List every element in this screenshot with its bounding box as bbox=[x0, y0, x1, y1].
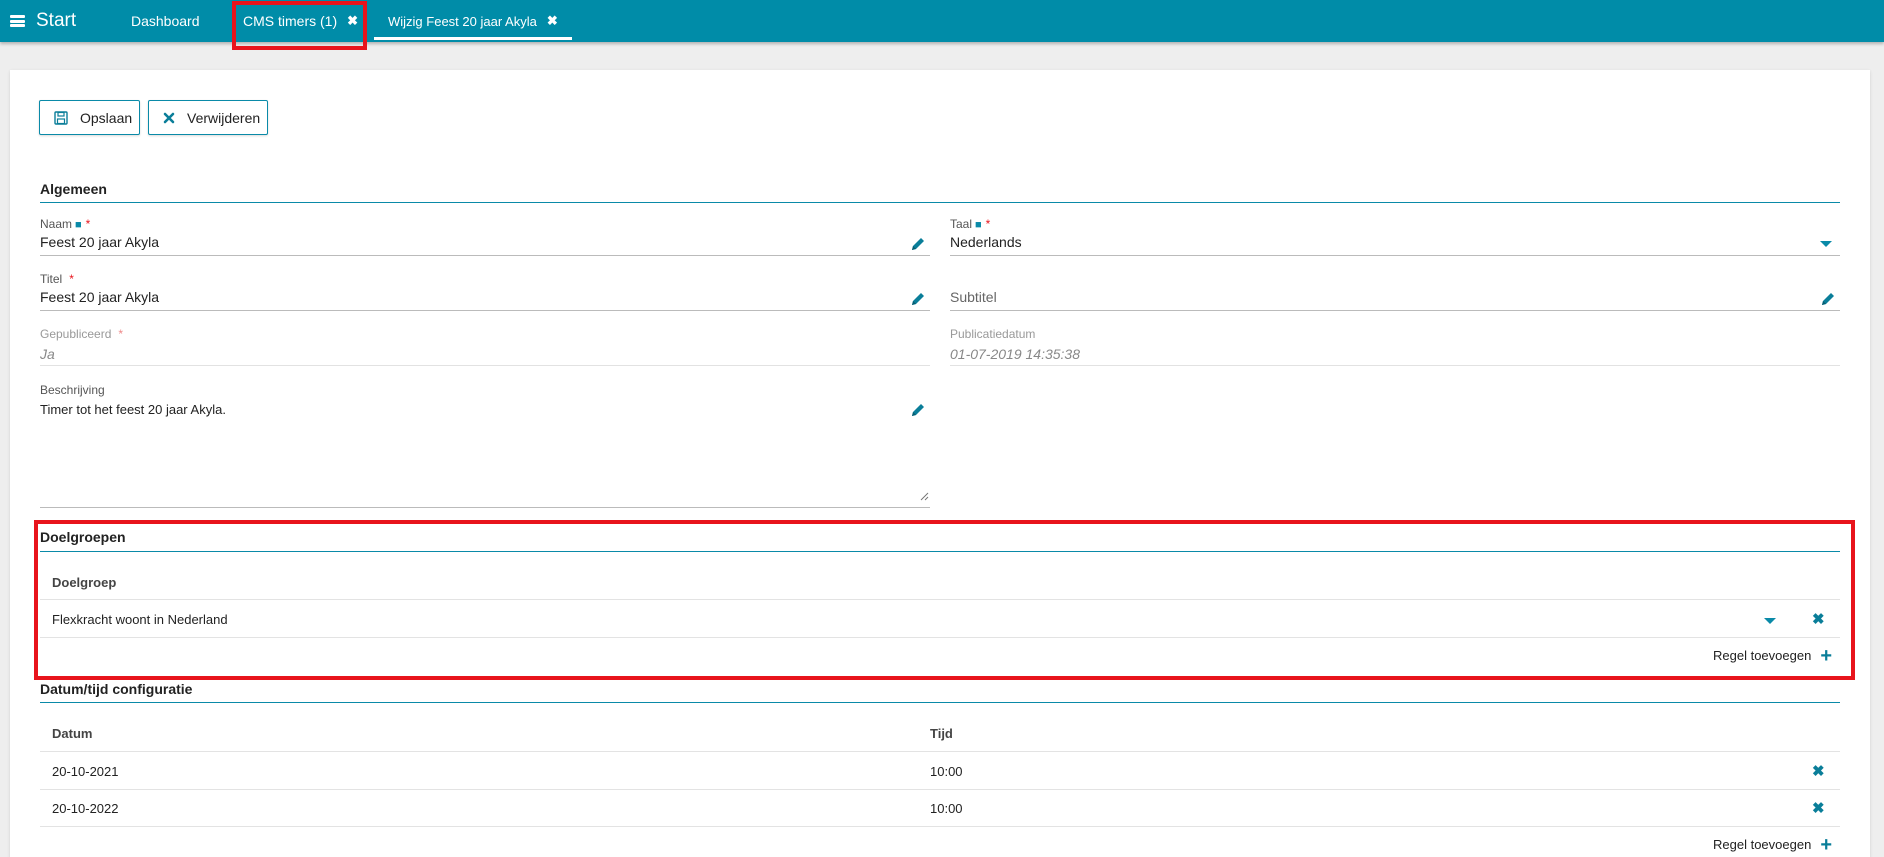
save-button[interactable]: Opslaan bbox=[39, 100, 140, 135]
gepubliceerd-label: Gepubliceerd * bbox=[40, 327, 124, 341]
taal-label: Taal ■ * bbox=[950, 217, 991, 231]
beschrijving-underline bbox=[40, 507, 930, 508]
save-icon bbox=[54, 110, 68, 125]
book-icon: ■ bbox=[75, 219, 82, 231]
delete-button[interactable]: Verwijderen bbox=[148, 100, 268, 135]
add-row-label: Regel toevoegen bbox=[1713, 837, 1812, 852]
gepubliceerd-value: Ja bbox=[40, 346, 55, 362]
start-menu-button[interactable]: Start bbox=[10, 10, 76, 32]
pencil-icon[interactable] bbox=[910, 402, 926, 418]
row-divider bbox=[40, 826, 1840, 827]
titel-label: Titel * bbox=[40, 272, 74, 286]
book-icon: ■ bbox=[975, 219, 982, 231]
datum-cell[interactable]: 20-10-2021 bbox=[52, 764, 119, 779]
row-divider bbox=[40, 599, 1840, 600]
tab-edit-record[interactable]: Wijzig Feest 20 jaar Akyla ✖ bbox=[374, 0, 572, 42]
publicatiedatum-label: Publicatiedatum bbox=[950, 327, 1036, 341]
titel-underline bbox=[40, 310, 930, 311]
publicatiedatum-value: 01-07-2019 14:35:38 bbox=[950, 346, 1080, 362]
beschrijving-textarea[interactable]: Timer tot het feest 20 jaar Akyla. bbox=[40, 402, 226, 417]
remove-row-icon[interactable]: ✖ bbox=[1812, 610, 1825, 628]
tab-cms-timers-label: CMS timers (1) bbox=[243, 13, 338, 29]
add-row-button[interactable]: Regel toevoegen + bbox=[1713, 644, 1832, 667]
taal-underline bbox=[950, 255, 1840, 256]
chevron-down-icon[interactable] bbox=[1820, 241, 1832, 247]
taal-select[interactable]: Nederlands bbox=[950, 234, 1022, 250]
naam-underline bbox=[40, 255, 930, 256]
column-header-datum: Datum bbox=[52, 726, 93, 741]
delete-icon bbox=[163, 112, 175, 124]
section-divider bbox=[40, 702, 1840, 703]
delete-button-label: Verwijderen bbox=[187, 109, 261, 126]
tab-dashboard-label: Dashboard bbox=[131, 13, 200, 29]
section-divider bbox=[40, 551, 1840, 552]
pencil-icon[interactable] bbox=[910, 236, 926, 252]
column-header-doelgroep: Doelgroep bbox=[52, 575, 117, 590]
close-icon[interactable]: ✖ bbox=[347, 13, 358, 29]
section-title-algemeen: Algemeen bbox=[40, 181, 107, 197]
plus-icon: + bbox=[1820, 833, 1832, 856]
section-divider bbox=[40, 202, 1840, 203]
doelgroep-select[interactable]: Flexkracht woont in Nederland bbox=[52, 612, 228, 627]
tijd-cell[interactable]: 10:00 bbox=[930, 801, 963, 816]
row-divider bbox=[40, 789, 1840, 790]
top-navigation-bar: Start Dashboard CMS timers (1) ✖ Wijzig … bbox=[0, 0, 1884, 42]
column-header-tijd: Tijd bbox=[930, 726, 953, 741]
close-icon[interactable]: ✖ bbox=[547, 13, 558, 29]
tab-cms-timers[interactable]: CMS timers (1) ✖ bbox=[243, 0, 358, 42]
add-row-button[interactable]: Regel toevoegen + bbox=[1713, 833, 1832, 856]
gepubliceerd-underline bbox=[40, 365, 930, 366]
chevron-down-icon[interactable] bbox=[1764, 618, 1776, 624]
pencil-icon[interactable] bbox=[1820, 291, 1836, 307]
start-label: Start bbox=[36, 10, 77, 31]
row-divider bbox=[40, 751, 1840, 752]
resize-handle-icon[interactable] bbox=[919, 491, 929, 501]
subtitel-underline bbox=[950, 310, 1840, 311]
naam-value[interactable]: Feest 20 jaar Akyla bbox=[40, 234, 159, 250]
add-row-label: Regel toevoegen bbox=[1713, 648, 1812, 663]
hamburger-icon bbox=[10, 15, 25, 27]
pencil-icon[interactable] bbox=[910, 291, 926, 307]
section-title-doelgroepen: Doelgroepen bbox=[40, 529, 126, 545]
section-title-datumtijd: Datum/tijd configuratie bbox=[40, 681, 193, 697]
remove-row-icon[interactable]: ✖ bbox=[1812, 762, 1825, 780]
publicatiedatum-underline bbox=[950, 365, 1840, 366]
datum-cell[interactable]: 20-10-2022 bbox=[52, 801, 119, 816]
tab-dashboard[interactable]: Dashboard bbox=[131, 0, 200, 42]
tab-edit-record-label: Wijzig Feest 20 jaar Akyla bbox=[388, 13, 537, 29]
titel-value[interactable]: Feest 20 jaar Akyla bbox=[40, 289, 159, 305]
save-button-label: Opslaan bbox=[80, 109, 133, 126]
tijd-cell[interactable]: 10:00 bbox=[930, 764, 963, 779]
remove-row-icon[interactable]: ✖ bbox=[1812, 799, 1825, 817]
plus-icon: + bbox=[1820, 644, 1832, 667]
beschrijving-label: Beschrijving bbox=[40, 383, 105, 397]
subtitel-field[interactable]: Subtitel bbox=[950, 289, 997, 305]
naam-label: Naam ■ * bbox=[40, 217, 91, 231]
row-divider bbox=[40, 637, 1840, 638]
